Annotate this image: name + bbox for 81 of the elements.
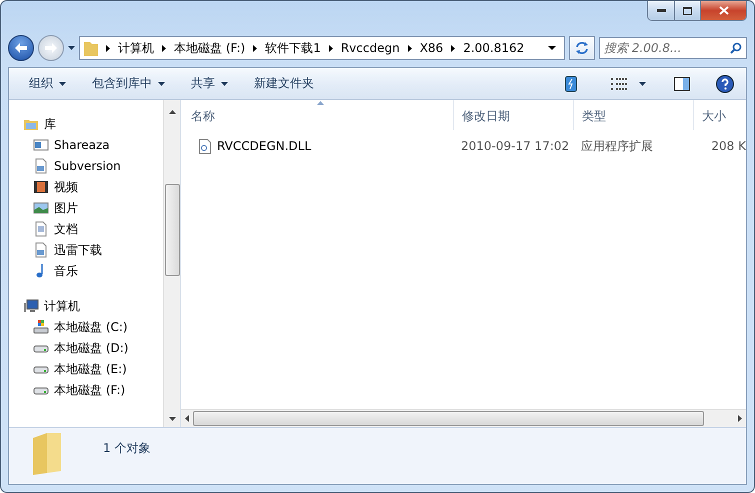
view-list-icon[interactable] <box>611 76 627 90</box>
windows-drive-icon <box>33 319 49 335</box>
breadcrumb[interactable]: 计算机 <box>118 40 154 56</box>
close-icon <box>718 6 728 15</box>
up-arrow-icon <box>168 110 176 114</box>
dll-file-icon <box>199 138 211 154</box>
left-arrow-icon <box>15 43 27 53</box>
text-document-icon <box>33 221 49 237</box>
file-type: 应用程序扩展 <box>580 138 654 154</box>
nav-item[interactable]: 文档 <box>23 219 163 239</box>
chevron-right-icon <box>328 44 333 52</box>
breadcrumb[interactable]: 2.00.8162 <box>463 41 524 55</box>
document-icon <box>33 158 49 174</box>
nav-item[interactable]: 本地磁盘 (E:) <box>23 359 163 379</box>
nav-item[interactable]: 本地磁盘 (F:) <box>23 380 163 400</box>
toolbar-button[interactable]: 共享 <box>183 71 236 96</box>
toolbar-button[interactable]: 包含到库中 <box>84 71 173 96</box>
nav-item[interactable]: 本地磁盘 (C:) <box>23 317 163 337</box>
breadcrumb[interactable]: X86 <box>420 41 444 55</box>
caret-icon <box>59 82 66 86</box>
breadcrumb[interactable]: Rvccdegn <box>340 41 400 55</box>
column-header[interactable]: 名称 <box>181 100 453 130</box>
toolbar-button[interactable]: 新建文件夹 <box>246 71 322 96</box>
sort-arrow-icon <box>317 101 324 105</box>
vertical-scrollbar[interactable] <box>163 100 180 427</box>
caret-icon <box>158 82 165 86</box>
film-icon <box>33 179 49 195</box>
horizontal-scrollbar[interactable] <box>181 409 746 427</box>
caret-icon <box>221 82 228 86</box>
computer-icon <box>23 298 39 314</box>
nav-item[interactable]: 迅雷下载 <box>23 240 163 260</box>
help-icon[interactable] <box>716 74 734 92</box>
scrollbar-thumb[interactable] <box>164 184 180 276</box>
chevron-right-icon <box>106 44 110 52</box>
nav-item[interactable]: 视频 <box>23 177 163 197</box>
search-field[interactable]: 搜索 2.00.8... <box>599 37 747 59</box>
refresh-button[interactable] <box>569 36 595 60</box>
address-bar[interactable]: 计算机 本地磁盘 (F:) 软件下载1 Rvccdegn X86 2.00.8162 <box>79 36 565 60</box>
chevron-right-icon <box>451 44 456 52</box>
breadcrumb[interactable]: 软件下载1 <box>265 40 321 56</box>
item-count: 1 个对象 <box>103 440 150 457</box>
document-icon <box>33 242 49 258</box>
folder-icon <box>84 40 98 56</box>
preview-pane-icon[interactable] <box>674 76 690 90</box>
phone-icon[interactable] <box>565 76 577 92</box>
nav-item[interactable]: 库 <box>23 114 163 134</box>
left-arrow-icon <box>185 415 189 422</box>
back-button[interactable] <box>8 35 34 61</box>
right-arrow-icon <box>45 43 57 53</box>
down-arrow-icon <box>168 417 176 421</box>
window-icon <box>33 137 49 153</box>
toolbar-button[interactable]: 组织 <box>21 71 74 96</box>
file-size: 208 K <box>710 139 746 153</box>
picture-icon <box>33 200 49 216</box>
breadcrumb[interactable]: 本地磁盘 (F:) <box>174 40 246 56</box>
column-header[interactable]: 大小 <box>693 100 746 130</box>
column-header[interactable]: 类型 <box>573 100 693 130</box>
scrollbar-thumb[interactable] <box>193 411 704 426</box>
nav-item[interactable]: 图片 <box>23 198 163 218</box>
chevron-right-icon <box>253 44 258 52</box>
nav-item[interactable]: 计算机 <box>23 296 163 316</box>
nav-item[interactable]: 本地磁盘 (D:) <box>23 338 163 358</box>
search-icon <box>730 42 742 54</box>
caret-icon <box>68 46 75 50</box>
caret-icon <box>639 82 646 86</box>
chevron-right-icon <box>408 44 412 52</box>
nav-item[interactable]: Shareaza <box>23 135 163 155</box>
maximize-icon <box>683 6 692 14</box>
refresh-icon <box>575 41 589 55</box>
dropdown-icon <box>548 46 556 50</box>
close-button[interactable] <box>700 1 746 20</box>
maximize-button[interactable] <box>674 1 700 20</box>
nav-item[interactable]: Subversion <box>23 156 163 176</box>
file-date: 2010-09-17 17:02 <box>460 139 570 153</box>
minimize-icon <box>656 9 666 12</box>
column-header[interactable]: 修改日期 <box>453 100 573 130</box>
right-arrow-icon <box>738 415 742 422</box>
file-name[interactable]: RVCCDEGN.DLL <box>181 138 453 154</box>
chevron-right-icon <box>162 44 166 52</box>
nav-item[interactable]: 音乐 <box>23 261 163 281</box>
minimize-button[interactable] <box>648 1 674 20</box>
